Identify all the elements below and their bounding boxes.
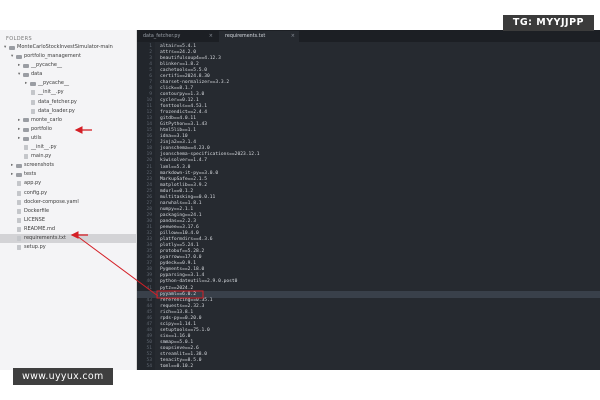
pyyaml-highlight-box <box>156 290 204 299</box>
annotation-overlay <box>70 126 204 299</box>
arrow-to-pyyaml <box>76 235 159 297</box>
